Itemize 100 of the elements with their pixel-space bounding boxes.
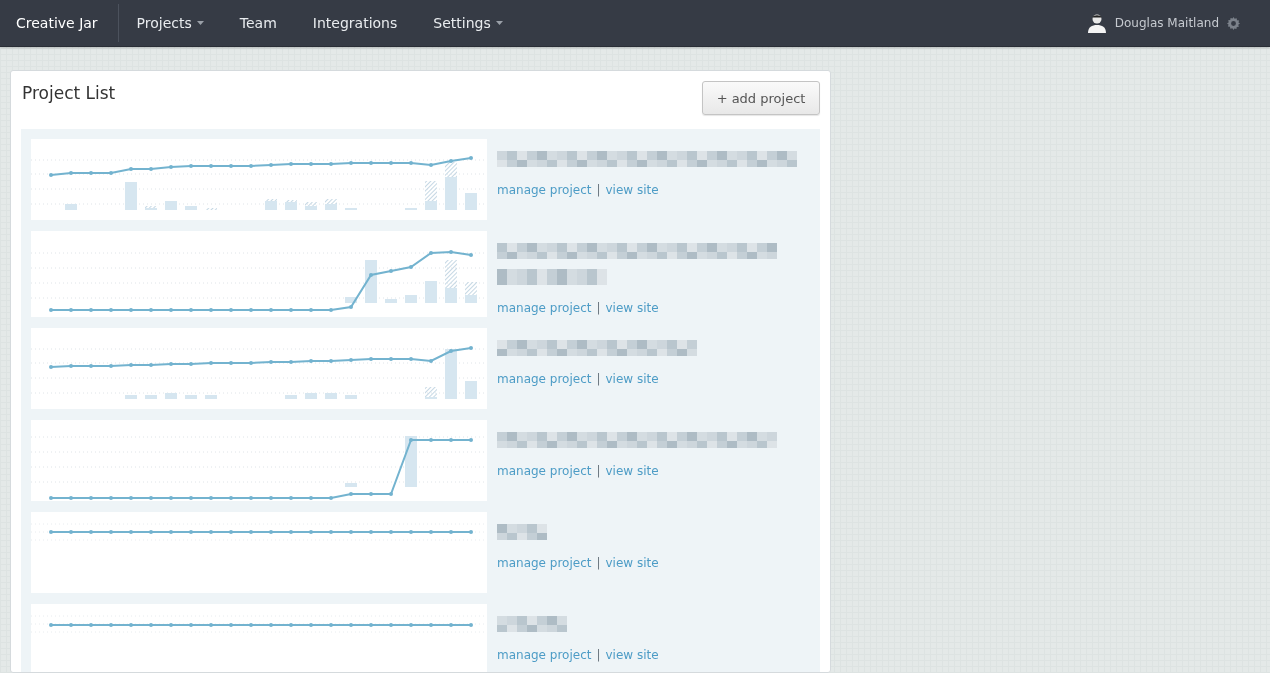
data-point: [209, 164, 213, 168]
data-point: [289, 530, 293, 534]
data-point: [409, 357, 413, 361]
data-point: [169, 362, 173, 366]
data-point: [209, 308, 213, 312]
project-link[interactable]: view site: [605, 301, 659, 315]
data-point: [149, 623, 153, 627]
data-point: [129, 623, 133, 627]
data-point: [249, 164, 253, 168]
data-point: [69, 496, 73, 500]
data-point: [49, 173, 53, 177]
data-point: [369, 161, 373, 165]
data-point: [169, 496, 173, 500]
project-link[interactable]: view site: [605, 556, 659, 570]
data-point: [89, 530, 93, 534]
project-link[interactable]: manage project: [497, 556, 592, 570]
user-name[interactable]: Douglas Maitland: [1114, 16, 1219, 30]
data-point: [389, 357, 393, 361]
nav-item[interactable]: Settings: [415, 0, 521, 46]
data-point: [469, 530, 473, 534]
data-point: [389, 161, 393, 165]
data-point: [49, 308, 53, 312]
data-point: [469, 253, 473, 257]
data-point: [449, 623, 453, 627]
data-point: [429, 163, 433, 167]
data-point: [189, 496, 193, 500]
data-point: [409, 623, 413, 627]
project-link[interactable]: manage project: [497, 301, 592, 315]
data-point: [289, 308, 293, 312]
project-link[interactable]: manage project: [497, 648, 592, 662]
nav-item[interactable]: Team: [221, 0, 295, 46]
data-point: [109, 308, 113, 312]
project-link[interactable]: view site: [605, 464, 659, 478]
data-point: [209, 623, 213, 627]
data-point: [49, 365, 53, 369]
project-link[interactable]: manage project: [497, 464, 592, 478]
data-point: [89, 308, 93, 312]
project-link[interactable]: manage project: [497, 183, 592, 197]
data-point: [269, 623, 273, 627]
data-point: [409, 161, 413, 165]
link-separator: |: [596, 648, 601, 662]
data-point: [469, 438, 473, 442]
nav-item[interactable]: Projects: [118, 0, 222, 46]
data-point: [349, 161, 353, 165]
data-point: [349, 492, 353, 496]
data-point: [329, 162, 333, 166]
data-point: [309, 359, 313, 363]
avatar-icon[interactable]: [1086, 13, 1107, 33]
project-link[interactable]: view site: [605, 183, 659, 197]
data-point: [149, 496, 153, 500]
panel-title: Project List: [22, 83, 116, 103]
data-point: [369, 623, 373, 627]
data-point: [409, 265, 413, 269]
data-point: [429, 438, 433, 442]
brand-name[interactable]: Creative Jar: [0, 4, 119, 42]
data-point: [389, 530, 393, 534]
data-point: [329, 496, 333, 500]
data-point: [369, 530, 373, 534]
data-point: [369, 492, 373, 496]
data-point: [229, 308, 233, 312]
link-separator: |: [596, 464, 601, 478]
data-point: [389, 492, 393, 496]
data-point: [89, 171, 93, 175]
data-point: [189, 362, 193, 366]
data-point: [229, 530, 233, 534]
data-point: [209, 530, 213, 534]
data-point: [409, 530, 413, 534]
data-point: [189, 530, 193, 534]
link-separator: |: [596, 556, 601, 570]
data-point: [449, 438, 453, 442]
data-point: [89, 623, 93, 627]
data-point: [149, 308, 153, 312]
data-point: [309, 496, 313, 500]
data-point: [49, 623, 53, 627]
data-point: [229, 623, 233, 627]
data-point: [249, 496, 253, 500]
data-point: [249, 623, 253, 627]
add-project-button[interactable]: + add project: [702, 81, 820, 115]
data-point: [469, 156, 473, 160]
nav-item[interactable]: Integrations: [294, 0, 416, 46]
data-point: [129, 530, 133, 534]
data-point: [349, 305, 353, 309]
data-point: [69, 530, 73, 534]
data-point: [169, 165, 173, 169]
data-point: [229, 496, 233, 500]
project-link[interactable]: view site: [605, 372, 659, 386]
data-point: [469, 346, 473, 350]
data-point: [429, 251, 433, 255]
data-point: [169, 308, 173, 312]
data-point: [349, 358, 353, 362]
settings-icon[interactable]: [1227, 16, 1240, 30]
data-point: [109, 496, 113, 500]
data-point: [309, 530, 313, 534]
project-link[interactable]: manage project: [497, 372, 592, 386]
data-point: [49, 530, 53, 534]
data-point: [289, 162, 293, 166]
data-point: [149, 363, 153, 367]
data-point: [249, 530, 253, 534]
project-link[interactable]: view site: [605, 648, 659, 662]
data-point: [169, 530, 173, 534]
